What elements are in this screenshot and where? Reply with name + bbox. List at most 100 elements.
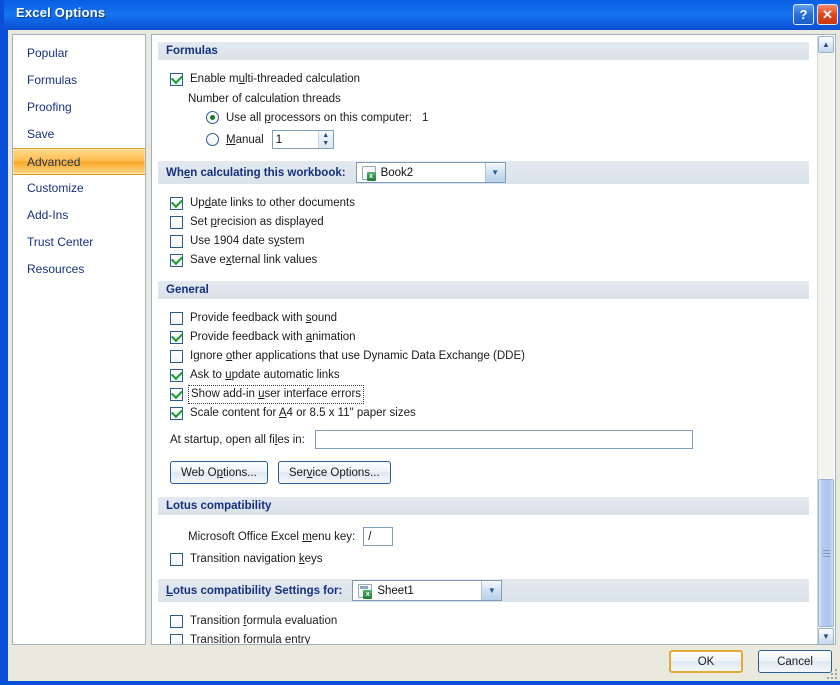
workbook-select-value: Book2 xyxy=(380,166,414,179)
checkbox-box[interactable] xyxy=(170,350,183,363)
title-bar: Excel Options ? ✕ xyxy=(4,0,840,30)
radio-label: Manual xyxy=(226,133,264,146)
sheet-select-value-wrap: Sheet1 xyxy=(353,583,481,599)
checkbox-label: Provide feedback with sound xyxy=(190,312,338,324)
section-header-formulas: Formulas xyxy=(158,41,809,60)
checkbox-label: Enable multi-threaded calculation xyxy=(190,73,361,85)
checkbox-transition-formula-entry[interactable]: Transition formula entry xyxy=(152,633,815,645)
checkbox-ask-update-automatic-links[interactable]: Ask to update automatic links xyxy=(152,368,815,383)
radio-dot[interactable] xyxy=(206,111,219,124)
checkbox-use-1904-date[interactable]: Use 1904 date system xyxy=(152,234,815,249)
ok-button[interactable]: OK xyxy=(669,650,743,673)
chevron-down-icon[interactable]: ▼ xyxy=(484,163,505,182)
thread-count-stepper[interactable]: ▲ ▼ xyxy=(271,130,334,149)
stepper-buttons[interactable]: ▲ ▼ xyxy=(317,131,333,149)
menu-key-input[interactable] xyxy=(363,527,394,546)
processor-count-value: 1 xyxy=(422,111,429,124)
workbook-select[interactable]: Book2 ▼ xyxy=(355,162,506,183)
options-scroll-content: Formulas Enable multi-threaded calculati… xyxy=(152,35,815,644)
dialog-footer: OK Cancel xyxy=(8,645,840,681)
checkbox-box[interactable] xyxy=(170,388,183,401)
checkbox-box[interactable] xyxy=(170,407,183,420)
workbook-select-value-wrap: Book2 xyxy=(357,165,485,181)
checkbox-box[interactable] xyxy=(170,216,183,229)
radio-manual-threads[interactable]: Manual ▲ ▼ xyxy=(152,130,815,149)
checkbox-show-addin-errors[interactable]: Show add-in user interface errors xyxy=(152,385,815,404)
section-header-workbook-label: When calculating this workbook: xyxy=(166,166,346,179)
stepper-down-icon[interactable]: ▼ xyxy=(319,140,333,149)
radio-use-all-processors[interactable]: Use all processors on this computer: 1 xyxy=(152,111,815,124)
startup-folder-input[interactable] xyxy=(314,430,693,449)
checkbox-scale-content-paper[interactable]: Scale content for A4 or 8.5 x 11" paper … xyxy=(152,406,815,421)
checkbox-feedback-sound[interactable]: Provide feedback with sound xyxy=(152,311,815,326)
menu-key-label: Microsoft Office Excel menu key: xyxy=(188,530,356,543)
sidebar-item-advanced[interactable]: Advanced xyxy=(13,148,145,175)
scroll-down-icon[interactable]: ▼ xyxy=(818,628,834,644)
window-controls: ? ✕ xyxy=(793,4,838,25)
checkbox-box[interactable] xyxy=(170,197,183,210)
service-options-button[interactable]: Service Options... xyxy=(277,461,391,484)
resize-grip-icon[interactable] xyxy=(825,667,837,679)
cancel-button[interactable]: Cancel xyxy=(758,650,832,673)
sidebar: Popular Formulas Proofing Save Advanced … xyxy=(12,34,146,645)
checkbox-box[interactable] xyxy=(170,369,183,382)
dialog-body: Popular Formulas Proofing Save Advanced … xyxy=(8,30,840,681)
checkbox-label: Ignore other applications that use Dynam… xyxy=(190,350,525,362)
radio-label: Use all processors on this computer: xyxy=(226,111,413,124)
startup-folder-label: At startup, open all files in: xyxy=(170,433,305,446)
checkbox-label: Use 1904 date system xyxy=(190,235,305,247)
checkbox-feedback-animation[interactable]: Provide feedback with animation xyxy=(152,330,815,345)
checkbox-box[interactable] xyxy=(170,615,183,628)
checkbox-transition-navigation-keys[interactable]: Transition navigation keys xyxy=(152,552,815,567)
checkbox-label: Provide feedback with animation xyxy=(190,331,356,343)
excel-options-dialog: Excel Options ? ✕ Popular Formulas Proof… xyxy=(0,0,840,685)
sidebar-item-formulas[interactable]: Formulas xyxy=(13,67,145,94)
radio-dot[interactable] xyxy=(206,133,219,146)
checkbox-box[interactable] xyxy=(170,235,183,248)
sheet-select[interactable]: Sheet1 ▼ xyxy=(352,580,503,601)
checkbox-box[interactable] xyxy=(170,254,183,267)
scroll-up-icon[interactable]: ▲ xyxy=(818,36,834,53)
checkbox-label: Show add-in user interface errors xyxy=(187,385,365,404)
startup-folder-row: At startup, open all files in: xyxy=(152,430,815,449)
excel-workbook-icon xyxy=(361,165,376,181)
thread-count-input[interactable] xyxy=(272,131,318,148)
section-header-lotus-compatibility: Lotus compatibility xyxy=(158,496,809,515)
section-header-lotus-settings-label: Lotus compatibility Settings for: xyxy=(166,584,343,597)
label-threads-caption: Number of calculation threads xyxy=(188,93,341,105)
checkbox-update-links[interactable]: Update links to other documents xyxy=(152,196,815,211)
checkbox-label: Ask to update automatic links xyxy=(190,369,340,381)
sidebar-item-popular[interactable]: Popular xyxy=(13,40,145,67)
excel-worksheet-icon xyxy=(358,583,373,599)
checkbox-label: Save external link values xyxy=(190,254,318,266)
checkbox-label: Transition formula entry xyxy=(190,634,311,645)
sidebar-item-proofing[interactable]: Proofing xyxy=(13,94,145,121)
chevron-down-icon[interactable]: ▼ xyxy=(481,581,502,600)
stepper-up-icon[interactable]: ▲ xyxy=(319,131,333,140)
close-icon[interactable]: ✕ xyxy=(817,4,838,25)
checkbox-box[interactable] xyxy=(170,634,183,644)
window-title: Excel Options xyxy=(16,5,106,20)
sidebar-item-trust-center[interactable]: Trust Center xyxy=(13,229,145,256)
options-content-pane: Formulas Enable multi-threaded calculati… xyxy=(151,34,836,645)
vertical-scrollbar[interactable]: ▲ ▼ xyxy=(817,36,834,644)
help-icon[interactable]: ? xyxy=(793,4,814,25)
sidebar-item-customize[interactable]: Customize xyxy=(13,175,145,202)
checkbox-box[interactable] xyxy=(170,73,183,86)
checkbox-ignore-dde[interactable]: Ignore other applications that use Dynam… xyxy=(152,349,815,364)
sidebar-item-resources[interactable]: Resources xyxy=(13,256,145,283)
checkbox-enable-multithreaded[interactable]: Enable multi-threaded calculation xyxy=(152,72,815,87)
scrollbar-grip-icon xyxy=(822,549,830,557)
sidebar-item-add-ins[interactable]: Add-Ins xyxy=(13,202,145,229)
checkbox-label: Set precision as displayed xyxy=(190,216,324,228)
general-buttons-row: Web Options... Service Options... xyxy=(152,461,815,484)
checkbox-set-precision[interactable]: Set precision as displayed xyxy=(152,215,815,230)
checkbox-box[interactable] xyxy=(170,331,183,344)
scrollbar-thumb[interactable] xyxy=(818,479,834,627)
checkbox-transition-formula-evaluation[interactable]: Transition formula evaluation xyxy=(152,614,815,629)
checkbox-box[interactable] xyxy=(170,553,183,566)
checkbox-save-external-link-values[interactable]: Save external link values xyxy=(152,253,815,268)
checkbox-box[interactable] xyxy=(170,312,183,325)
sidebar-item-save[interactable]: Save xyxy=(13,121,145,148)
web-options-button[interactable]: Web Options... xyxy=(170,461,268,484)
